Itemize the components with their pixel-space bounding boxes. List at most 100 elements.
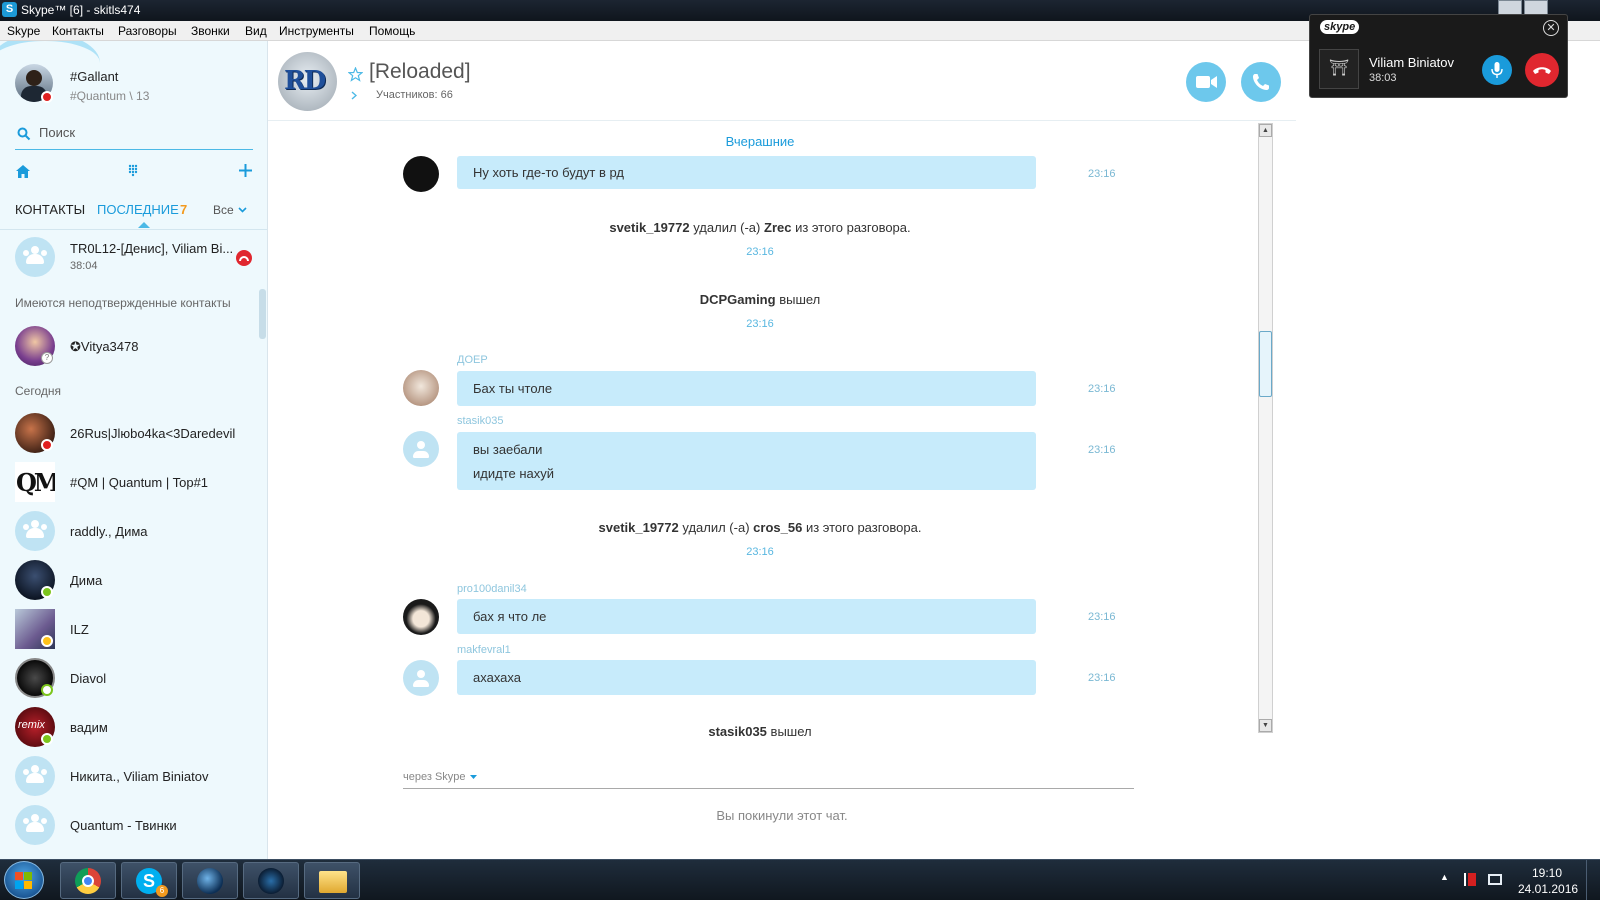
sender-avatar[interactable] (403, 156, 439, 192)
hang-up-icon[interactable] (236, 250, 252, 266)
scroll-thumb[interactable] (1259, 331, 1272, 397)
menu-contacts[interactable]: Контакты (52, 24, 104, 38)
list-item[interactable]: Дима (0, 555, 258, 604)
sender-name[interactable]: stasik035 (457, 415, 503, 427)
message-list[interactable]: Вчерашние Ну хоть где-то будут в рд 23:1… (268, 121, 1296, 773)
search-box[interactable]: Поиск (15, 122, 253, 150)
participants-count[interactable]: Участников: 66 (376, 89, 453, 101)
start-button[interactable] (4, 861, 44, 899)
system-message: stasik035 вышел (708, 724, 812, 739)
list-item[interactable]: raddly., Дима (0, 506, 258, 555)
favorite-star-icon[interactable] (348, 67, 363, 82)
message-time: 23:16 (1088, 383, 1116, 395)
list-item[interactable]: remix вадим (0, 702, 258, 751)
scroll-down-arrow-icon[interactable]: ▼ (1259, 719, 1272, 732)
tray-expand-icon[interactable]: ▲ (1440, 872, 1449, 882)
message-text: ахахаха (473, 670, 521, 685)
message-bubble[interactable]: бах я что ле (457, 599, 1036, 634)
sender-name[interactable]: pro100danil34 (457, 583, 527, 595)
list-item[interactable]: ILZ (0, 604, 258, 653)
menu-skype[interactable]: Skype (7, 24, 40, 38)
taskbar-app-1[interactable] (182, 862, 238, 899)
composer: через Skype Вы покинули этот чат. (268, 761, 1296, 859)
list-item[interactable]: Diavol (0, 653, 258, 702)
home-icon[interactable] (15, 164, 31, 179)
video-call-button[interactable] (1186, 62, 1226, 102)
message-bubble[interactable]: Бах ты чтоле (457, 371, 1036, 406)
profile-name[interactable]: #Gallant (70, 69, 118, 84)
group-avatar-icon (15, 756, 55, 796)
contact-name: 26Rus|Jlюbo4ka<3Daredevil (70, 426, 236, 441)
sender-name[interactable]: makfevral1 (457, 644, 511, 656)
taskbar-app-2[interactable] (243, 862, 299, 899)
phone-icon (1253, 74, 1269, 90)
system-message-time: 23:16 (746, 546, 774, 558)
message-time: 23:16 (1088, 444, 1116, 456)
conversation-title[interactable]: [Reloaded] (369, 60, 471, 84)
contact-name: ILZ (70, 622, 89, 637)
menu-calls[interactable]: Звонки (191, 24, 230, 38)
message-text: идидте нахуй (473, 466, 555, 481)
send-via-dropdown[interactable]: через Skype (403, 771, 466, 783)
action-center-flag-icon[interactable] (1464, 873, 1476, 886)
search-placeholder: Поиск (39, 125, 76, 140)
mute-button[interactable] (1482, 55, 1512, 85)
sender-name[interactable]: ДОЕР (457, 354, 488, 366)
menu-conversations[interactable]: Разговоры (118, 24, 177, 38)
list-item[interactable]: Никита., Viliam Biniatov (0, 751, 258, 800)
chrome-icon (75, 868, 101, 894)
chevron-right-icon[interactable] (351, 91, 357, 100)
taskbar-chrome[interactable] (60, 862, 116, 899)
message-text: бах я что ле (473, 609, 547, 624)
add-icon[interactable] (239, 164, 252, 177)
list-item[interactable]: 26Rus|Jlюbo4ka<3Daredevil (0, 408, 258, 457)
list-item-pending[interactable]: ? ✪Vitya3478 (0, 321, 258, 371)
message-text: Ну хоть где-то будут в рд (473, 165, 625, 180)
contact-name: ✪Vitya3478 (70, 339, 139, 354)
default-user-avatar-icon[interactable] (403, 660, 439, 696)
menu-help[interactable]: Помощь (369, 24, 415, 38)
menu-view[interactable]: Вид (245, 24, 267, 38)
show-desktop-button[interactable] (1586, 860, 1600, 900)
clock-time[interactable]: 19:10 (1532, 866, 1562, 880)
divider (0, 229, 267, 230)
message-scrollbar[interactable]: ▲ ▼ (1258, 123, 1273, 733)
menu-tools[interactable]: Инструменты (279, 24, 354, 38)
message-bubble[interactable]: Ну хоть где-то будут в рд (457, 156, 1036, 189)
network-icon[interactable] (1488, 874, 1502, 885)
message-bubble[interactable]: ахахаха (457, 660, 1036, 695)
chevron-down-icon[interactable] (238, 207, 247, 213)
profile-mood[interactable]: #Quantum \ 13 (70, 89, 149, 103)
end-call-button[interactable] (1525, 53, 1559, 87)
sidebar: #Gallant #Quantum \ 13 Поиск КОНТАКТЫ ПО… (0, 41, 268, 859)
dialpad-icon[interactable] (128, 164, 138, 177)
sender-avatar[interactable] (403, 599, 439, 635)
system-message: svetik_19772 удалил (-а) cros_56 из этог… (598, 520, 922, 535)
conversation-pane: RD [Reloaded] Участников: 66 Вчерашние Н… (268, 41, 1296, 859)
close-icon[interactable]: ✕ (1543, 20, 1559, 36)
scroll-up-arrow-icon[interactable]: ▲ (1259, 124, 1272, 137)
tab-contacts[interactable]: КОНТАКТЫ (15, 202, 85, 217)
clock-date[interactable]: 24.01.2016 (1518, 882, 1578, 896)
default-user-avatar-icon[interactable] (403, 431, 439, 467)
taskbar-explorer[interactable] (304, 862, 360, 899)
sender-avatar[interactable] (403, 370, 439, 406)
filter-dropdown[interactable]: Все (213, 203, 234, 217)
via-chevron-down-icon[interactable] (470, 775, 477, 780)
taskbar-skype[interactable]: S 6 (121, 862, 177, 899)
message-time: 23:16 (1088, 611, 1116, 623)
message-time: 23:16 (1088, 168, 1116, 180)
sidebar-scrollbar[interactable] (259, 289, 266, 339)
list-item[interactable]: QM #QM | Quantum | Top#1 (0, 457, 258, 506)
list-item[interactable]: Quantum - Твинки (0, 800, 258, 849)
profile-status-busy-icon[interactable] (41, 91, 53, 103)
group-avatar[interactable]: RD (278, 52, 337, 111)
message-bubble[interactable]: вы заебали идидте нахуй (457, 432, 1036, 490)
caller-avatar: ⛩ (1319, 49, 1359, 89)
call-popup[interactable]: skype ✕ ⛩ Viliam Biniatov 38:03 (1309, 14, 1568, 98)
status-away-icon (41, 635, 53, 647)
audio-call-button[interactable] (1241, 62, 1281, 102)
list-item-active-call[interactable]: TR0L12-[Денис], Viliam Bi... 38:04 (0, 231, 267, 287)
system-message-time: 23:16 (746, 318, 774, 330)
tab-recent[interactable]: ПОСЛЕДНИЕ (97, 202, 179, 217)
